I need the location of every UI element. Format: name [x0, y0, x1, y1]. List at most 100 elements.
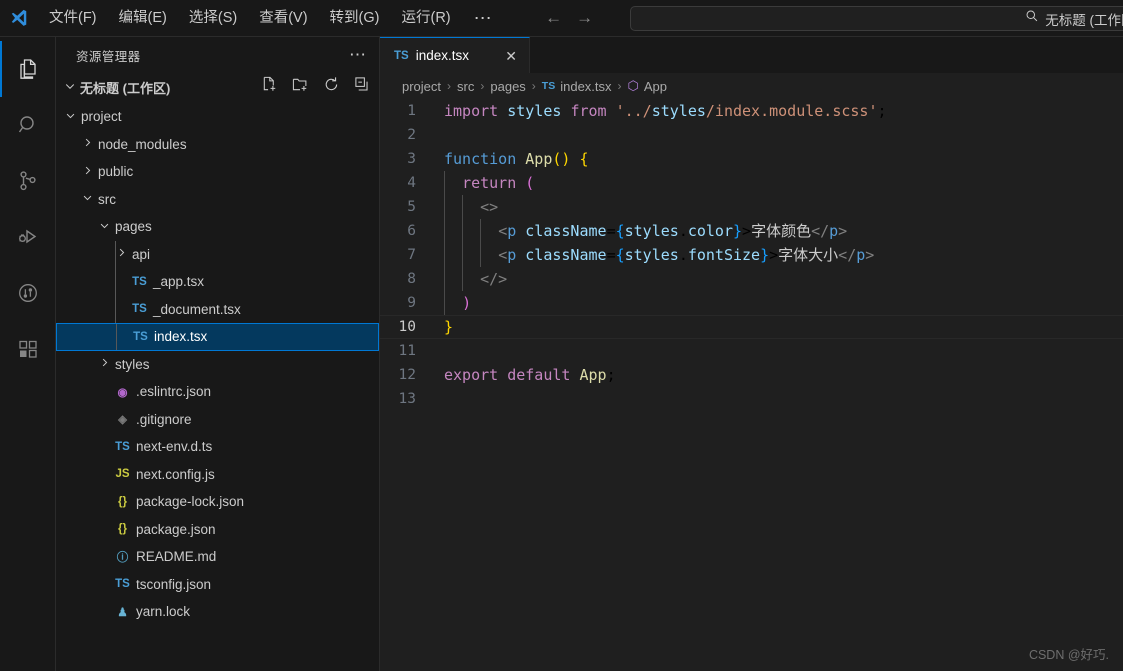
line-number: 7 [407, 247, 416, 263]
code-line[interactable]: 4 return ( [380, 171, 1123, 195]
tree-file-package-lock.json[interactable]: {} package-lock.json [56, 488, 379, 516]
tab-bar: TS index.tsx ✕ [380, 37, 1123, 73]
code-line[interactable]: 12 export default App; [380, 363, 1123, 387]
tree-indent-guide [116, 324, 117, 350]
sidebar-more-icon[interactable]: ⋯ [349, 46, 367, 63]
breadcrumb-item-app[interactable]: App [644, 79, 667, 94]
tree-folder-api[interactable]: api [56, 240, 379, 268]
menu-file[interactable]: 文件(F) [38, 4, 108, 32]
tree-folder-project[interactable]: project [56, 103, 379, 131]
tree-indent-guide [115, 268, 116, 296]
command-center[interactable]: 无标题 (工作区) [630, 6, 1123, 31]
code-line[interactable]: 5 <> [380, 195, 1123, 219]
code-line[interactable]: 7 <p className={styles.fontSize}>字体大小</p… [380, 243, 1123, 267]
chevron-right-icon: › [617, 79, 622, 93]
tree-file-README.md[interactable]: ⓘ README.md [56, 543, 379, 571]
menu-view[interactable]: 查看(V) [248, 4, 318, 32]
code-text: </> [438, 267, 507, 291]
code-line[interactable]: 9 ) [380, 291, 1123, 315]
tree-file-tsconfig.json[interactable]: TS tsconfig.json [56, 571, 379, 599]
tree-file-_app.tsx[interactable]: TS _app.tsx [56, 268, 379, 296]
workspace-section-header[interactable]: 无标题 (工作区) [56, 73, 379, 101]
symbol-class-icon: ⬡ [627, 78, 639, 93]
code-text: <p className={styles.color}>字体颜色</p> [438, 219, 847, 243]
menu-run[interactable]: 运行(R) [390, 4, 461, 32]
vscode-logo-icon [0, 0, 38, 37]
command-center-text: 无标题 (工作区) [1045, 12, 1123, 28]
breadcrumb-item-index-tsx[interactable]: index.tsx [560, 79, 611, 94]
code-line[interactable]: 2 [380, 123, 1123, 147]
sidebar-title: 资源管理器 [76, 49, 141, 64]
chevron-down-icon [79, 192, 95, 206]
breadcrumb-item-src[interactable]: src [457, 79, 474, 94]
code-text: <> [438, 195, 498, 219]
close-icon[interactable]: ✕ [505, 49, 517, 63]
tree-folder-public[interactable]: public [56, 158, 379, 186]
tree-item-label: src [98, 191, 116, 207]
tree-item-label: styles [115, 356, 150, 372]
tree-item-label: package.json [136, 521, 216, 537]
activity-run-debug[interactable] [0, 209, 56, 265]
code-editor[interactable]: 1 import styles from '../styles/index.mod… [380, 99, 1123, 671]
indent-guide [444, 291, 445, 315]
indent-guide [444, 171, 445, 195]
back-arrow-icon[interactable]: ← [545, 9, 563, 27]
tree-item-label: api [132, 246, 151, 262]
menu-edit[interactable]: 编辑(E) [108, 4, 178, 32]
code-line[interactable]: 13 [380, 387, 1123, 411]
tree-file-.gitignore[interactable]: ◈ .gitignore [56, 406, 379, 434]
line-number: 9 [407, 295, 416, 311]
tree-file-yarn.lock[interactable]: ♟ yarn.lock [56, 598, 379, 626]
menu-selection[interactable]: 选择(S) [178, 4, 248, 32]
tree-file-index.tsx[interactable]: TS index.tsx [56, 323, 379, 351]
indent-guide [444, 243, 445, 267]
activity-search[interactable] [0, 97, 56, 153]
code-line[interactable]: 1 import styles from '../styles/index.mod… [380, 99, 1123, 123]
tree-folder-src[interactable]: src [56, 186, 379, 214]
tree-file-next.config.js[interactable]: JS next.config.js [56, 461, 379, 489]
line-number: 1 [407, 103, 416, 119]
tree-item-label: index.tsx [154, 329, 208, 345]
tab-index-tsx[interactable]: TS index.tsx ✕ [380, 37, 530, 73]
collapse-all-icon[interactable] [354, 76, 371, 98]
tree-file-.eslintrc.json[interactable]: ◉ .eslintrc.json [56, 378, 379, 406]
tree-folder-node_modules[interactable]: node_modules [56, 131, 379, 159]
activity-timeline[interactable] [0, 265, 56, 321]
refresh-icon[interactable] [323, 76, 340, 98]
tree-folder-styles[interactable]: styles [56, 351, 379, 379]
tree-file-_document.tsx[interactable]: TS _document.tsx [56, 295, 379, 323]
menu-go[interactable]: 转到(G) [319, 4, 391, 32]
activity-explorer[interactable] [0, 41, 56, 97]
activity-source-control[interactable] [0, 153, 56, 209]
files-icon [19, 59, 36, 79]
workspace-actions [261, 76, 371, 98]
editor-area: TS index.tsx ✕ project › src › pages › T… [380, 37, 1123, 671]
new-folder-icon[interactable] [292, 76, 309, 98]
chevron-down-icon [62, 80, 78, 95]
indent-guide [444, 267, 445, 291]
breadcrumb-item-project[interactable]: project [402, 79, 441, 94]
js-file-icon: JS [115, 468, 130, 481]
tree-folder-pages[interactable]: pages [56, 213, 379, 241]
chevron-right-icon: › [531, 79, 536, 93]
tree-item-label: next.config.js [136, 466, 215, 482]
indent-guide [480, 219, 481, 243]
chevron-right-icon: › [447, 79, 452, 93]
new-file-icon[interactable] [261, 76, 278, 98]
tree-file-package.json[interactable]: {} package.json [56, 516, 379, 544]
tree-file-next-env.d.ts[interactable]: TS next-env.d.ts [56, 433, 379, 461]
activity-extensions[interactable] [0, 321, 56, 377]
line-number: 4 [407, 175, 416, 191]
line-number: 10 [398, 319, 416, 335]
tree-item-label: yarn.lock [136, 604, 191, 620]
code-line[interactable]: 8 </> [380, 267, 1123, 291]
forward-arrow-icon[interactable]: → [576, 9, 594, 27]
menu-more-icon[interactable]: ⋯ [462, 9, 505, 27]
code-line[interactable]: 3 function App() { [380, 147, 1123, 171]
code-line[interactable]: 11 [380, 339, 1123, 363]
ts-file-icon: TS [541, 80, 556, 92]
code-line[interactable]: 6 <p className={styles.color}>字体颜色</p> [380, 219, 1123, 243]
code-line[interactable]: 10} [380, 315, 1123, 339]
breadcrumb-item-pages[interactable]: pages [490, 79, 525, 94]
